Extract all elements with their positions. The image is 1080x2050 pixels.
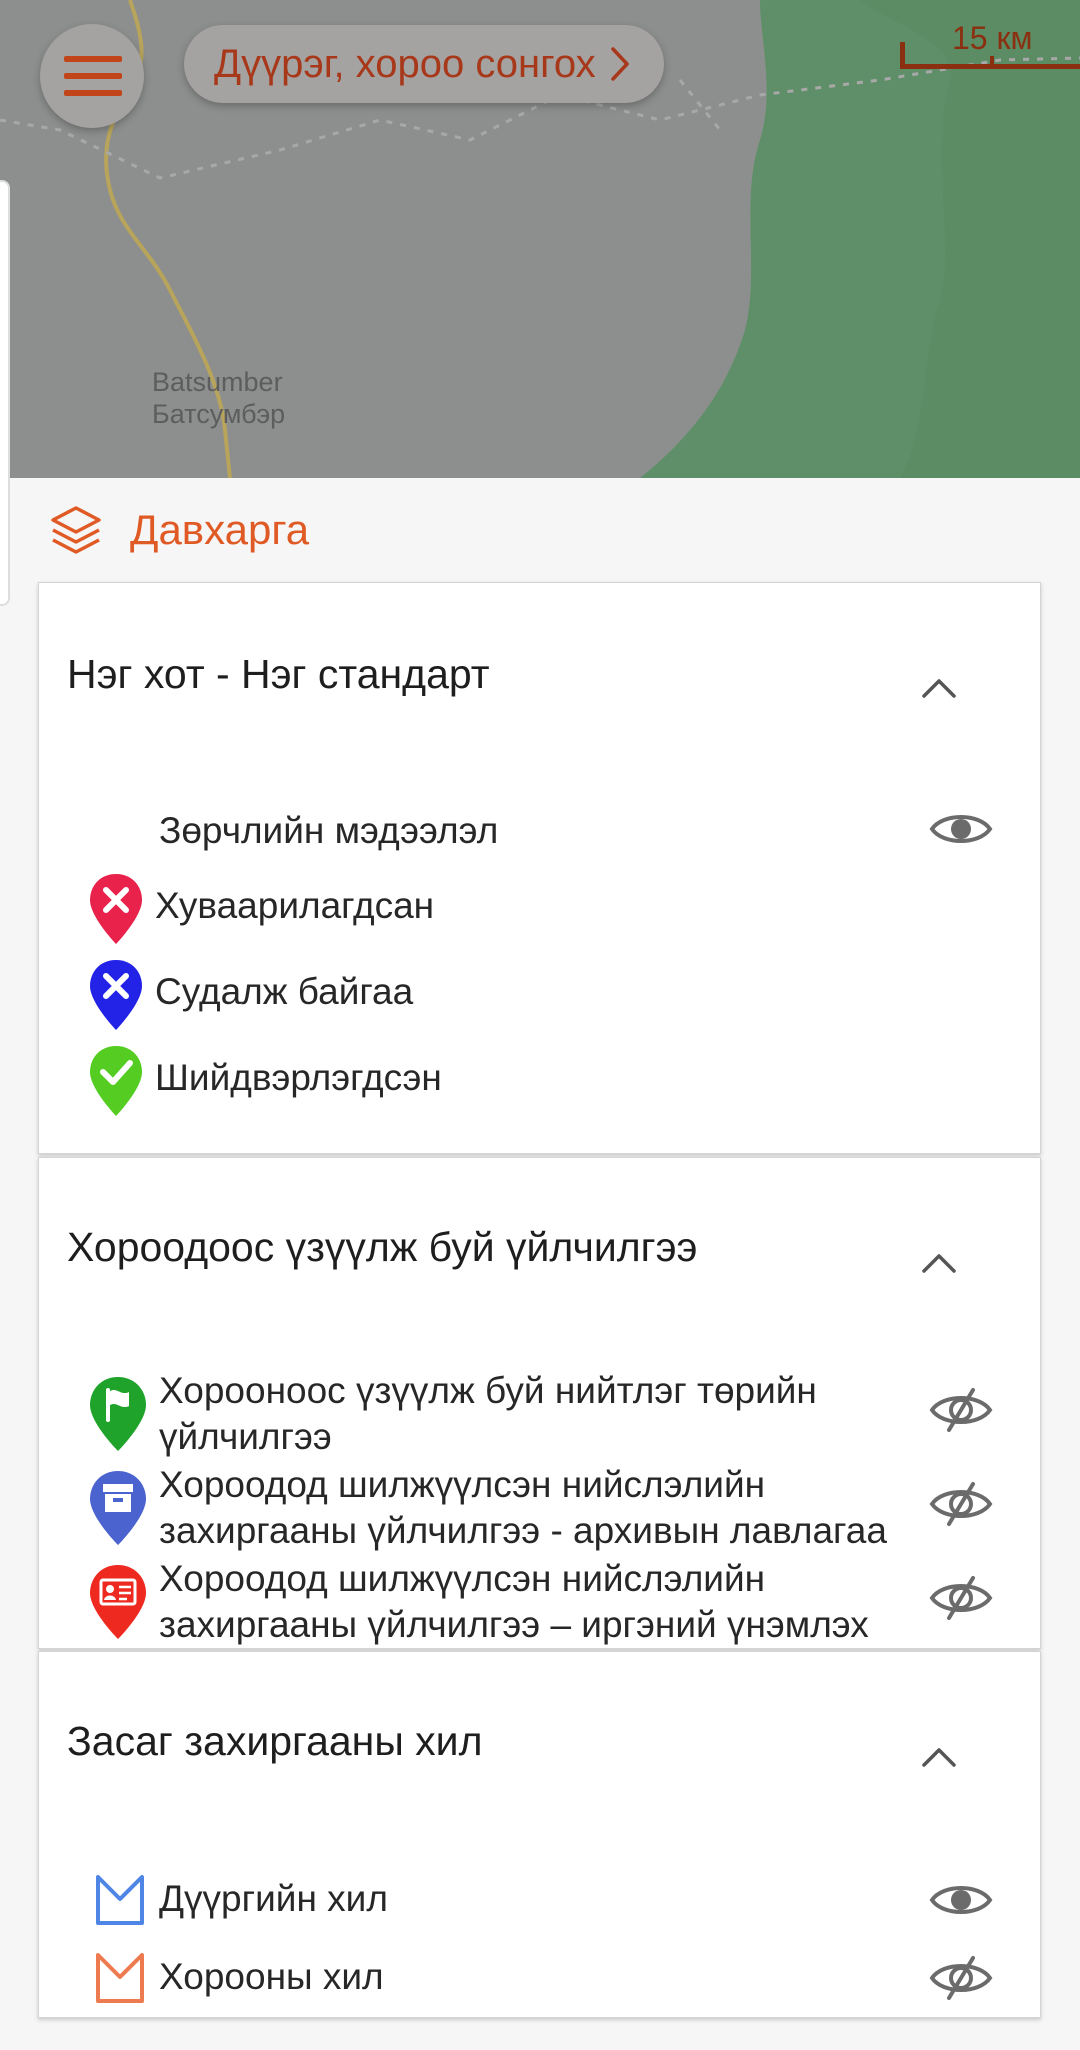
check-pin-icon — [90, 1046, 142, 1116]
place-name-latin: Batsumber — [152, 367, 283, 397]
eye-off-icon[interactable] — [929, 1574, 993, 1622]
eye-off-icon[interactable] — [929, 1954, 993, 2002]
service-item-label: Хороодод шилжүүлсэн нийслэлийн захиргаан… — [159, 1558, 869, 1645]
layer-section-khoroo-services: Хороодоос үзүүлж буй үйлчилгээ Хорооноос… — [38, 1157, 1041, 1649]
map-scale: 15 км — [900, 18, 1080, 70]
hamburger-icon-line — [64, 90, 122, 96]
map-view[interactable]: Дүүрэг, хороо сонгох 15 км Batsumber Бат… — [0, 0, 1080, 478]
legend-label-allocated: Хуваарилагдсан — [155, 885, 435, 926]
layers-header: Давхарга — [50, 498, 309, 562]
chevron-up-icon[interactable] — [921, 1252, 957, 1274]
legend-label-investigating: Судалж байгаа — [155, 971, 414, 1012]
district-boundary-icon — [96, 1875, 144, 1925]
id-card-pin-icon — [90, 1565, 146, 1639]
x-pin-icon — [90, 960, 142, 1030]
chevron-right-icon — [610, 47, 629, 81]
violation-info-label: Зөрчлийн мэдээлэл — [159, 810, 499, 851]
district-khoroo-select-button[interactable]: Дүүрэг, хороо сонгох — [184, 25, 664, 103]
section-title: Засаг захиргааны хил — [67, 1718, 483, 1764]
eye-icon[interactable] — [929, 807, 993, 851]
flag-pin-icon — [90, 1377, 146, 1451]
scale-label: 15 км — [952, 20, 1033, 56]
layer-section-administrative-boundaries: Засаг захиргааны хил Дүүргийн хил Хороон… — [38, 1651, 1041, 2018]
khoroo-boundary-label: Хорооны хил — [159, 1956, 384, 1997]
eye-off-icon[interactable] — [929, 1480, 993, 1528]
x-pin-icon — [90, 874, 142, 944]
eye-off-icon[interactable] — [929, 1386, 993, 1434]
hamburger-icon-line — [64, 73, 122, 79]
section-title: Нэг хот - Нэг стандарт — [67, 651, 490, 697]
district-boundary-label: Дүүргийн хил — [159, 1878, 388, 1919]
legend-label-resolved: Шийдвэрлэгдсэн — [155, 1057, 442, 1098]
menu-button[interactable] — [40, 24, 144, 128]
hamburger-icon-line — [64, 56, 122, 62]
side-drawer-handle[interactable] — [0, 180, 10, 606]
chevron-up-icon[interactable] — [921, 677, 957, 699]
map-place-label: Batsumber Батсумбэр — [152, 366, 285, 430]
service-item-label: Хороодод шилжүүлсэн нийслэлийн захиргаан… — [159, 1464, 887, 1551]
layers-title: Давхарга — [130, 506, 310, 553]
layer-section-one-city-one-standard: Нэг хот - Нэг стандарт Зөрчлийн мэдээлэл… — [38, 582, 1041, 1154]
place-name-cyrillic: Батсумбэр — [152, 399, 286, 429]
layers-icon — [51, 506, 101, 554]
khoroo-boundary-icon — [96, 1953, 144, 2003]
district-select-label: Дүүрэг, хороо сонгох — [214, 41, 596, 86]
chevron-up-icon[interactable] — [921, 1746, 957, 1768]
eye-icon[interactable] — [929, 1878, 993, 1922]
archive-pin-icon — [90, 1471, 146, 1545]
section-title: Хороодоос үзүүлж буй үйлчилгээ — [67, 1224, 698, 1270]
service-item-label: Хорооноос үзүүлж буй нийтлэг төрийн үйлч… — [159, 1370, 817, 1457]
